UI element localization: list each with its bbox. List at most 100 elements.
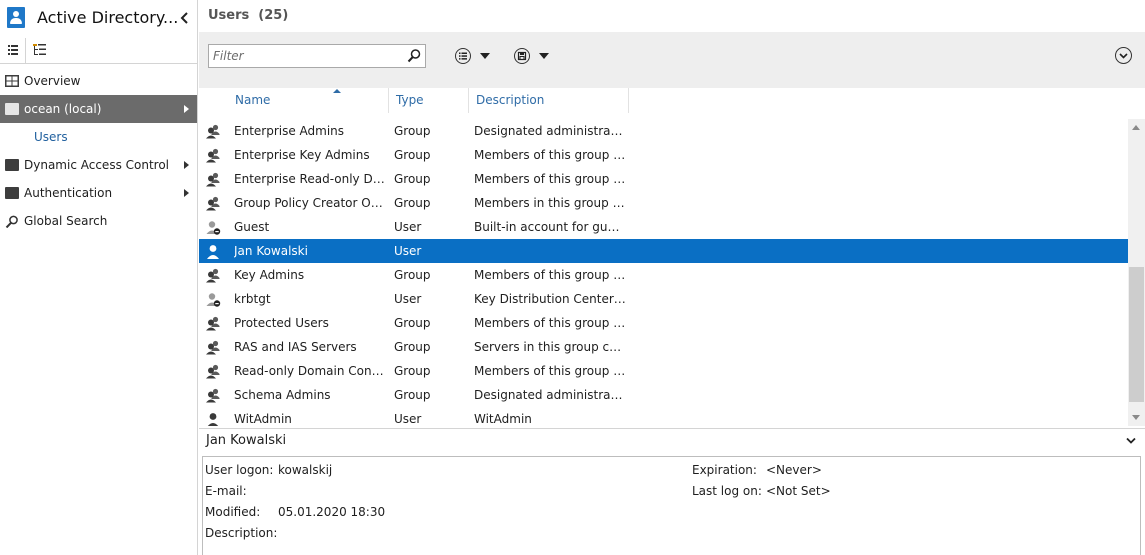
toolbar	[199, 32, 1145, 88]
cell-type: Group	[394, 388, 431, 402]
cell-name: Schema Admins	[234, 388, 331, 402]
table-row[interactable]: Read-only Domain Control... Group Members …	[199, 359, 1128, 383]
cell-type: User	[394, 220, 422, 234]
cell-name: Enterprise Admins	[234, 124, 345, 138]
cell-type: Group	[394, 148, 431, 162]
nav-item-authentication[interactable]: Authentication	[0, 179, 197, 207]
cell-description: Members of this group ar...	[474, 316, 626, 330]
list-options-icon	[455, 48, 471, 64]
table-row[interactable]: WitAdmin User WitAdmin	[199, 407, 1128, 426]
table-row[interactable]: Enterprise Key Admins Group Members of thi…	[199, 143, 1128, 167]
active-directory-icon	[7, 7, 25, 28]
cell-description: Members of this group ar...	[474, 364, 626, 378]
nav-item-label: Global Search	[24, 214, 108, 228]
cell-description: Designated administrators...	[474, 124, 626, 138]
group-icon	[206, 340, 220, 355]
expiration-value: <Never>	[766, 463, 822, 477]
column-label: Name	[235, 93, 271, 107]
table-row[interactable]: Enterprise Read-only Dom... Group Members …	[199, 167, 1128, 191]
column-label: Type	[396, 93, 424, 107]
users-list: Enterprise Admins Group Designated adminis…	[199, 119, 1128, 426]
column-label: Description	[476, 93, 545, 107]
detail-header: Jan Kowalski	[199, 428, 1145, 454]
collapse-nav-icon[interactable]	[178, 10, 192, 26]
cell-description: Servers in this group can a...	[474, 340, 626, 354]
expand-arrow-icon[interactable]	[184, 161, 189, 169]
filter-input[interactable]	[209, 45, 405, 67]
page-title: Users (25)	[208, 8, 289, 23]
cell-name: Jan Kowalski	[234, 244, 308, 258]
nav-list: Overview ocean (local) Users Dynamic Acc…	[0, 67, 197, 235]
cell-type: User	[394, 244, 422, 258]
cell-name: Key Admins	[234, 268, 305, 282]
column-header-description[interactable]: Description	[469, 88, 629, 113]
table-row[interactable]: Key Admins Group Members of this group ca.…	[199, 263, 1128, 287]
content-pane: Users (25) Filter Name Type Description …	[199, 0, 1145, 555]
nav-item-dynamic-access-control[interactable]: Dynamic Access Control	[0, 151, 197, 179]
expand-arrow-icon[interactable]	[184, 189, 189, 197]
cell-type: Group	[394, 364, 431, 378]
table-row[interactable]: Schema Admins Group Designated administrat…	[199, 383, 1128, 407]
group-icon	[206, 148, 220, 163]
expand-arrow-icon[interactable]	[184, 105, 189, 113]
dropdown-arrow-icon	[480, 53, 490, 59]
table-row[interactable]: Guest User Built-in account for guest...	[199, 215, 1128, 239]
scrollbar-thumb[interactable]	[1129, 267, 1144, 402]
expand-toolbar-button[interactable]	[1115, 47, 1132, 64]
modified-label: Modified:	[205, 505, 261, 519]
detail-panel: User logon: kowalskij E-mail: Modified: …	[202, 456, 1141, 555]
nav-item-overview[interactable]: Overview	[0, 67, 197, 95]
description-label: Description:	[205, 526, 278, 540]
table-row[interactable]: RAS and IAS Servers Group Servers in this …	[199, 335, 1128, 359]
sort-ascending-icon	[333, 89, 341, 93]
cell-type: Group	[394, 268, 431, 282]
column-header-type[interactable]: Type	[389, 88, 469, 113]
nav-view-tabs	[0, 38, 197, 64]
cell-name: krbtgt	[234, 292, 271, 306]
cell-description: Key Distribution Center Se...	[474, 292, 626, 306]
cell-description: Members of this group ca...	[474, 268, 626, 282]
save-icon	[514, 48, 530, 64]
group-icon	[206, 172, 220, 187]
nav-header: Active Directory...	[0, 0, 197, 38]
cell-name: Read-only Domain Control...	[234, 364, 386, 378]
save-query-button[interactable]	[512, 46, 552, 66]
vertical-scrollbar[interactable]	[1128, 119, 1145, 426]
cell-name: Enterprise Read-only Dom...	[234, 172, 386, 186]
cell-type: User	[394, 412, 422, 426]
scroll-up-icon[interactable]	[1132, 125, 1140, 130]
table-row[interactable]: Group Policy Creator Own... Group Members …	[199, 191, 1128, 215]
group-icon	[206, 124, 220, 139]
expiration-label: Expiration:	[692, 463, 757, 477]
folder-icon	[5, 187, 19, 199]
user-icon	[207, 413, 219, 426]
last-logon-value: <Not Set>	[766, 484, 831, 498]
cell-description: WitAdmin	[474, 412, 532, 426]
navigation-pane: Active Directory... Overview ocean (loca…	[0, 0, 198, 555]
cell-type: Group	[394, 124, 431, 138]
nav-item-users[interactable]: Users	[0, 123, 197, 151]
nav-item-label: Authentication	[24, 186, 113, 200]
chevron-down-icon	[1119, 53, 1128, 59]
view-options-button[interactable]	[453, 46, 493, 66]
cell-description: Members of this group ar...	[474, 172, 626, 186]
tree-view-tab[interactable]	[27, 38, 53, 63]
list-header: Name Type Description	[199, 88, 1145, 113]
collapse-detail-icon[interactable]	[1126, 437, 1136, 445]
table-row[interactable]: krbtgt User Key Distribution Center Se...	[199, 287, 1128, 311]
scroll-down-icon[interactable]	[1132, 415, 1140, 420]
search-icon[interactable]	[406, 48, 422, 64]
table-row[interactable]: Jan Kowalski User	[199, 239, 1128, 263]
column-header-name[interactable]: Name	[228, 88, 389, 113]
group-icon	[206, 268, 220, 283]
cell-type: User	[394, 292, 422, 306]
filter-box	[208, 44, 426, 68]
nav-item-ocean-local[interactable]: ocean (local)	[0, 95, 197, 123]
table-row[interactable]: Protected Users Group Members of this grou…	[199, 311, 1128, 335]
list-view-tab[interactable]	[0, 38, 26, 63]
table-row[interactable]: Enterprise Admins Group Designated adminis…	[199, 119, 1128, 143]
cell-name: RAS and IAS Servers	[234, 340, 357, 354]
content-header: Users (25)	[199, 0, 1145, 32]
nav-item-global-search[interactable]: Global Search	[0, 207, 197, 235]
cell-type: Group	[394, 316, 431, 330]
